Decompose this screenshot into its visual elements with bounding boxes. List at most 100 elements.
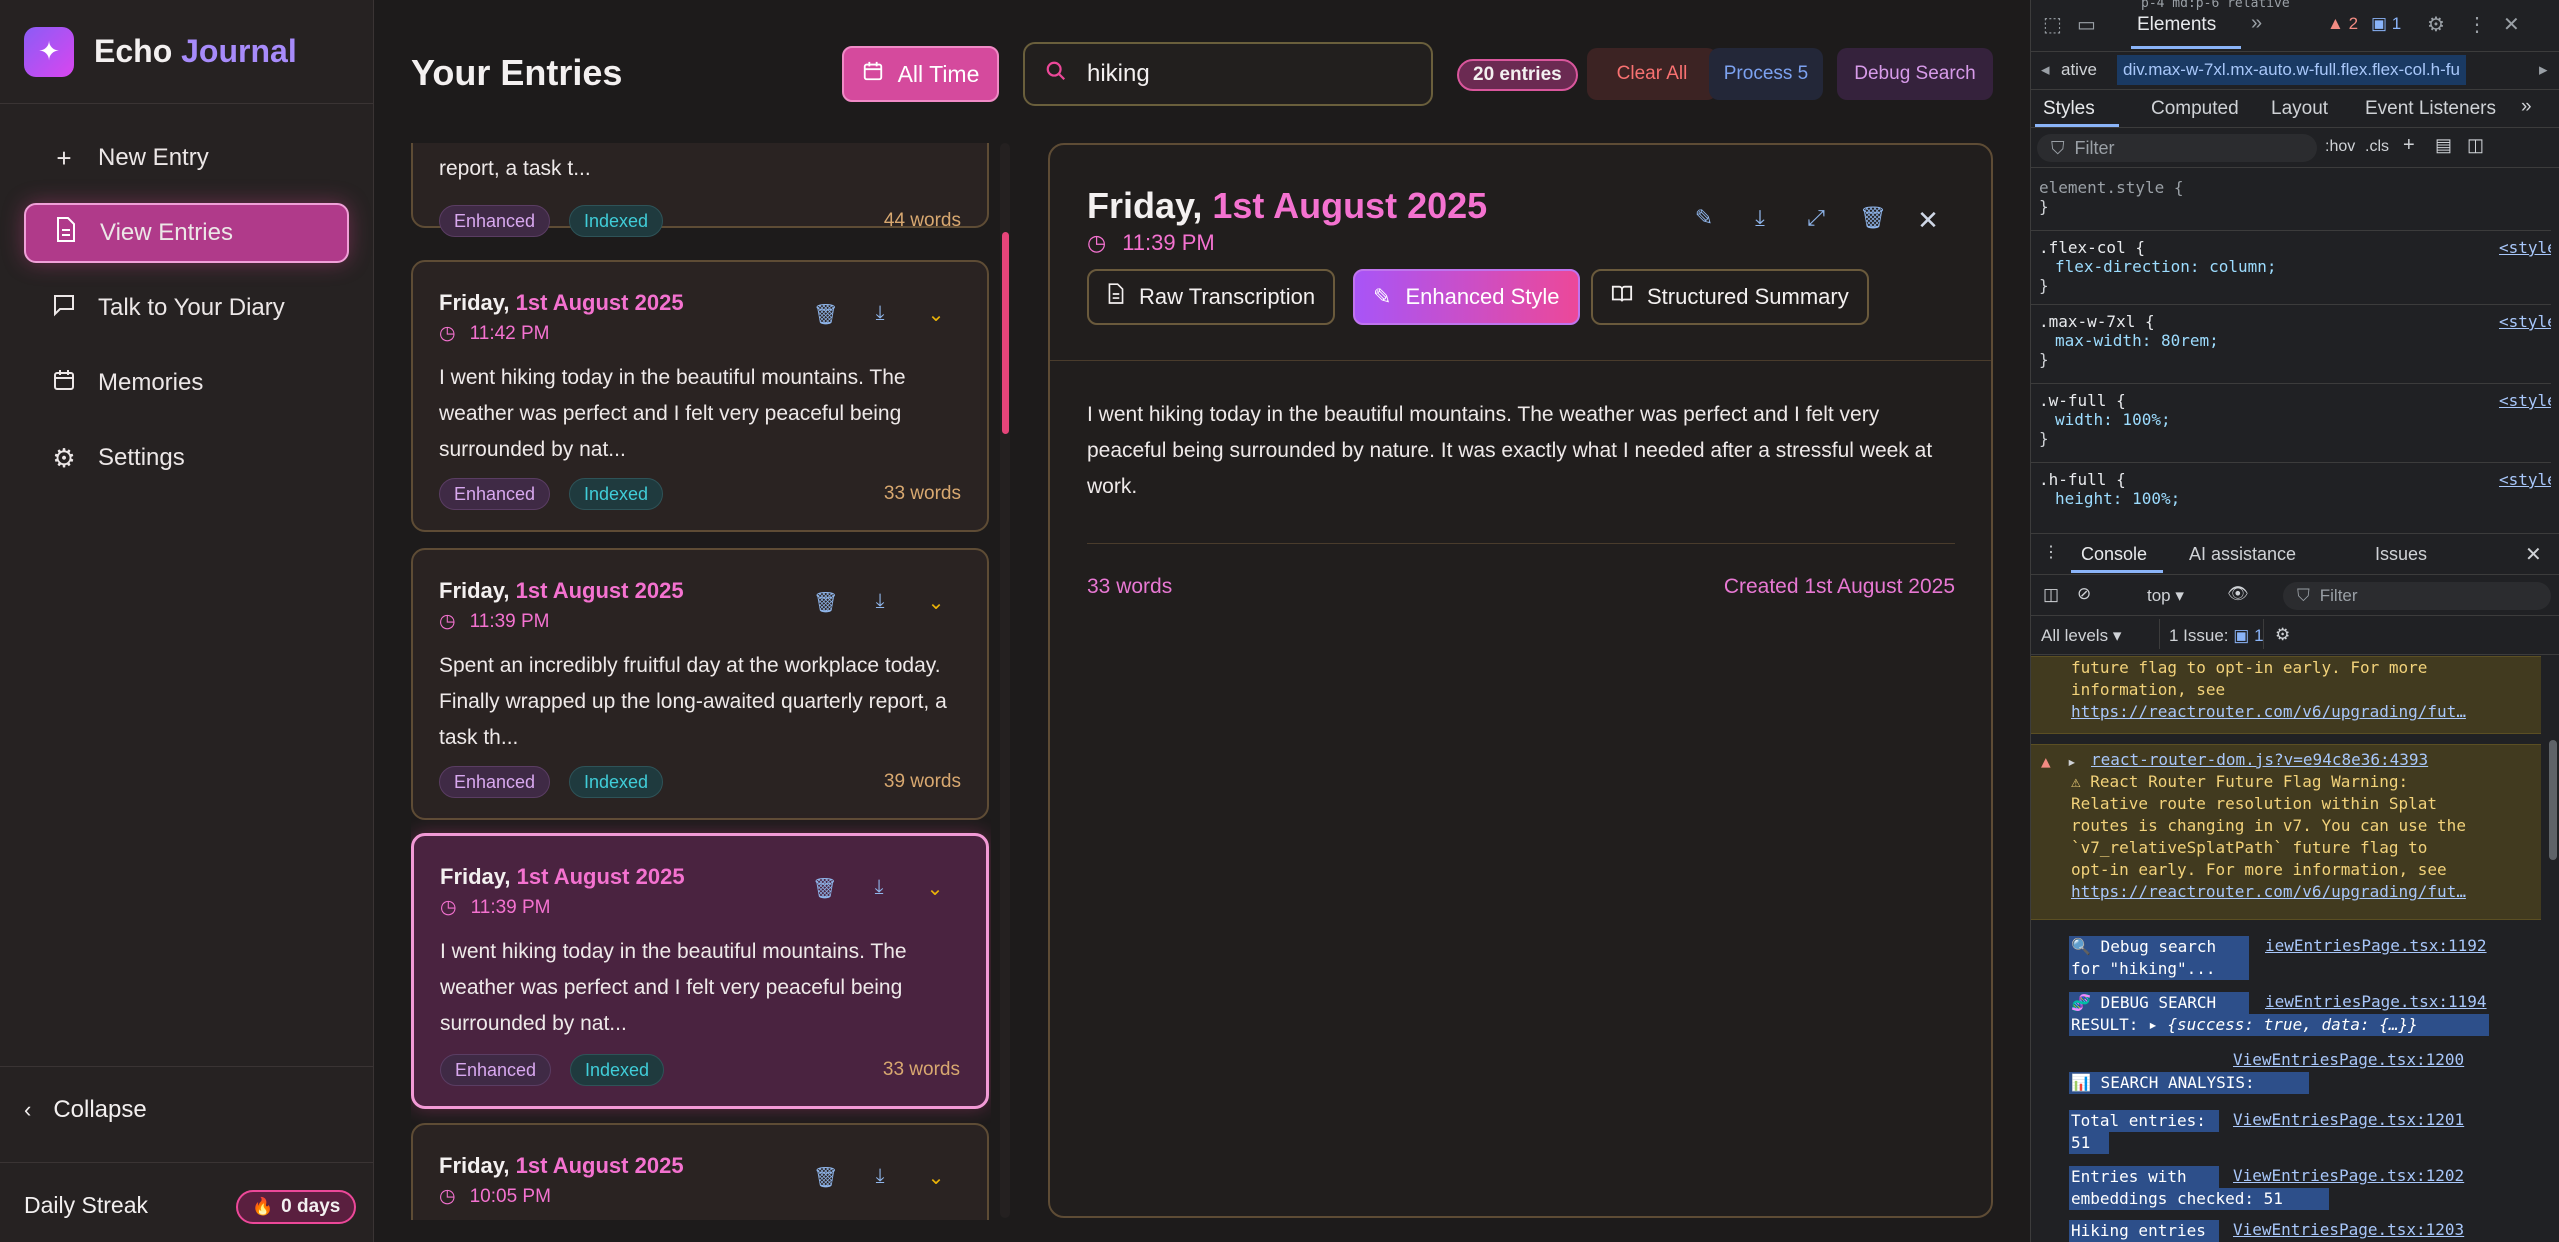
download-icon[interactable]: ⤓ bbox=[868, 876, 890, 901]
sidebar-item-view-entries[interactable]: View Entries bbox=[24, 203, 349, 263]
rule-source-link[interactable]: <style> bbox=[2499, 391, 2551, 410]
paint-icon[interactable]: ▤ bbox=[2435, 135, 2452, 156]
chevron-down-icon[interactable]: ⌄ bbox=[925, 302, 947, 327]
hov-toggle[interactable]: :hov bbox=[2325, 138, 2355, 156]
entry-card[interactable]: Friday, 1st August 2025 ◷ 11:42 PM 🗑 ⤓ ⌄ … bbox=[411, 260, 989, 532]
download-icon[interactable]: ⤓ bbox=[869, 590, 891, 615]
sidebar-item-new-entry[interactable]: + New Entry bbox=[24, 128, 349, 188]
console-log-entry: Total entries: ViewEntriesPage.tsx:1201 … bbox=[2069, 1110, 2465, 1154]
delete-icon[interactable]: 🗑 bbox=[813, 590, 838, 615]
active-subtab-indicator bbox=[2035, 124, 2119, 127]
tab-raw-transcription[interactable]: Raw Transcription bbox=[1087, 269, 1336, 325]
delete-icon[interactable]: 🗑 bbox=[1859, 205, 1887, 236]
tab-console[interactable]: Console bbox=[2081, 544, 2147, 565]
sidebar-item-memories[interactable]: Memories bbox=[24, 353, 349, 413]
styles-filter-input[interactable]: ⛉ Filter bbox=[2037, 134, 2317, 162]
sidebar-item-talk-to-diary[interactable]: Talk to Your Diary bbox=[24, 278, 349, 338]
tab-styles[interactable]: Styles bbox=[2043, 98, 2095, 120]
rule-source-link[interactable]: <style> bbox=[2499, 470, 2551, 489]
context-select[interactable]: top ▾ bbox=[2147, 586, 2184, 606]
console-scrollbar-thumb[interactable] bbox=[2549, 740, 2557, 860]
download-icon[interactable]: ⤓ bbox=[1747, 205, 1773, 236]
delete-icon[interactable]: 🗑 bbox=[813, 1165, 838, 1190]
delete-icon[interactable]: 🗑 bbox=[813, 302, 838, 327]
search-box[interactable] bbox=[1023, 42, 1433, 106]
chevron-down-icon[interactable]: ⌄ bbox=[925, 1165, 947, 1190]
list-scrollbar-thumb[interactable] bbox=[1002, 232, 1009, 434]
close-icon[interactable]: ✕ bbox=[1915, 205, 1941, 236]
clear-all-button[interactable]: Clear All bbox=[1587, 48, 1717, 100]
entry-card[interactable]: report, a task t... Enhanced Indexed 44 … bbox=[411, 143, 989, 237]
log-source-link[interactable]: iewEntriesPage.tsx:1194 bbox=[2265, 992, 2487, 1011]
eye-icon[interactable]: 👁 bbox=[2227, 584, 2249, 604]
expand-arrow-icon[interactable]: ▸ bbox=[2067, 751, 2077, 773]
more-tabs-icon[interactable]: » bbox=[2521, 96, 2532, 118]
tab-enhanced-style[interactable]: ✎ Enhanced Style bbox=[1353, 269, 1580, 325]
divider bbox=[2031, 383, 2551, 384]
filter-icon: ⛉ bbox=[2297, 586, 2310, 605]
gear-icon[interactable]: ⚙ bbox=[2275, 625, 2290, 645]
more-tabs-icon[interactable]: » bbox=[2251, 12, 2262, 35]
clock-icon: ◷ bbox=[1087, 230, 1107, 255]
issues-link[interactable]: 1 Issue: ▣ 1 bbox=[2169, 626, 2264, 646]
download-icon[interactable]: ⤓ bbox=[869, 302, 891, 327]
kebab-menu-icon[interactable]: ⋮ bbox=[2467, 12, 2487, 37]
tab-event-listeners[interactable]: Event Listeners bbox=[2365, 98, 2496, 120]
entry-time: ◷ 11:42 PM bbox=[439, 323, 550, 344]
log-link[interactable]: https://reactrouter.com/v6/upgrading/fut… bbox=[2071, 701, 2541, 723]
tab-computed[interactable]: Computed bbox=[2151, 98, 2239, 120]
console-filter-input[interactable]: ⛉ Filter bbox=[2283, 582, 2551, 610]
tab-structured-summary[interactable]: Structured Summary bbox=[1591, 269, 1869, 325]
kebab-menu-icon[interactable]: ⋮ bbox=[2043, 542, 2059, 562]
sidebar-toggle-icon[interactable]: ◫ bbox=[2043, 585, 2059, 605]
sidebar-item-label: New Entry bbox=[98, 144, 209, 171]
breadcrumb-right-arrow[interactable]: ▸ bbox=[2539, 60, 2548, 80]
rule-source-link[interactable]: <style> bbox=[2499, 238, 2551, 257]
rule-source-link[interactable]: <style> bbox=[2499, 312, 2551, 331]
log-source-link[interactable]: ViewEntriesPage.tsx:1200 bbox=[2233, 1050, 2464, 1069]
tab-elements[interactable]: Elements bbox=[2137, 14, 2216, 36]
gear-icon[interactable]: ⚙ bbox=[2427, 12, 2445, 37]
info-count[interactable]: ▣ 1 bbox=[2371, 14, 2401, 34]
debug-search-button[interactable]: Debug Search bbox=[1837, 48, 1993, 100]
entry-card[interactable]: Friday, 1st August 2025 ◷ 11:39 PM 🗑 ⤓ ⌄ … bbox=[411, 548, 989, 820]
entry-card-selected[interactable]: Friday, 1st August 2025 ◷ 11:39 PM 🗑 ⤓ ⌄ … bbox=[411, 833, 989, 1109]
add-rule-icon[interactable]: + bbox=[2403, 134, 2415, 157]
process-button[interactable]: Process 5 bbox=[1709, 48, 1823, 100]
edit-icon[interactable]: ✎ bbox=[1691, 205, 1717, 236]
inspect-icon[interactable]: ⬚ bbox=[2043, 12, 2062, 37]
tab-issues[interactable]: Issues bbox=[2375, 544, 2427, 565]
log-source-link[interactable]: react-router-dom.js?v=e94c8e36:4393 bbox=[2071, 749, 2541, 771]
breadcrumb-item-selected[interactable]: div.max-w-7xl.mx-auto.w-full.flex.flex-c… bbox=[2117, 55, 2466, 85]
log-link[interactable]: https://reactrouter.com/v6/upgrading/fut… bbox=[2071, 881, 2541, 903]
log-source-link[interactable]: ViewEntriesPage.tsx:1202 bbox=[2233, 1166, 2464, 1185]
tab-layout[interactable]: Layout bbox=[2271, 98, 2328, 120]
cls-toggle[interactable]: .cls bbox=[2365, 138, 2389, 156]
collapse-button[interactable]: ‹ Collapse bbox=[24, 1096, 147, 1124]
sidebar-toggle-icon[interactable]: ◫ bbox=[2467, 135, 2484, 156]
log-source-link[interactable]: ViewEntriesPage.tsx:1201 bbox=[2233, 1110, 2464, 1129]
chevron-down-icon[interactable]: ⌄ bbox=[924, 876, 946, 901]
search-input[interactable] bbox=[1087, 60, 1407, 88]
sidebar-item-settings[interactable]: ⚙ Settings bbox=[24, 428, 349, 488]
close-icon[interactable]: ✕ bbox=[2503, 12, 2520, 37]
download-icon[interactable]: ⤓ bbox=[869, 1165, 891, 1190]
time-filter-button[interactable]: All Time bbox=[842, 46, 999, 102]
device-toggle-icon[interactable]: ▭ bbox=[2077, 12, 2096, 37]
expand-icon[interactable]: ⤢ bbox=[1803, 205, 1829, 236]
entry-card[interactable]: Friday, 1st August 2025 ◷ 10:05 PM 🗑 ⤓ ⌄ bbox=[411, 1123, 989, 1220]
breadcrumb-left-arrow[interactable]: ◂ bbox=[2041, 60, 2050, 80]
breadcrumb-item[interactable]: ative bbox=[2061, 60, 2097, 80]
levels-select[interactable]: All levels ▾ bbox=[2041, 626, 2121, 646]
entry-excerpt: Spent an incredibly fruitful day at the … bbox=[439, 654, 947, 749]
clear-console-icon[interactable]: ⊘ bbox=[2077, 584, 2091, 604]
warning-count[interactable]: ▲ 2 bbox=[2327, 14, 2358, 34]
close-icon[interactable]: ✕ bbox=[2525, 542, 2542, 567]
log-source-link[interactable]: iewEntriesPage.tsx:1192 bbox=[2265, 936, 2487, 955]
chevron-down-icon[interactable]: ⌄ bbox=[925, 590, 947, 615]
tab-ai-assistance[interactable]: AI assistance bbox=[2189, 544, 2296, 565]
log-source-link[interactable]: ViewEntriesPage.tsx:1203 bbox=[2233, 1220, 2464, 1239]
delete-icon[interactable]: 🗑 bbox=[812, 876, 837, 901]
word-count: 33 words bbox=[883, 483, 961, 504]
dom-breadcrumb: ◂ ative div.max-w-7xl.mx-auto.w-full.fle… bbox=[2031, 52, 2559, 90]
